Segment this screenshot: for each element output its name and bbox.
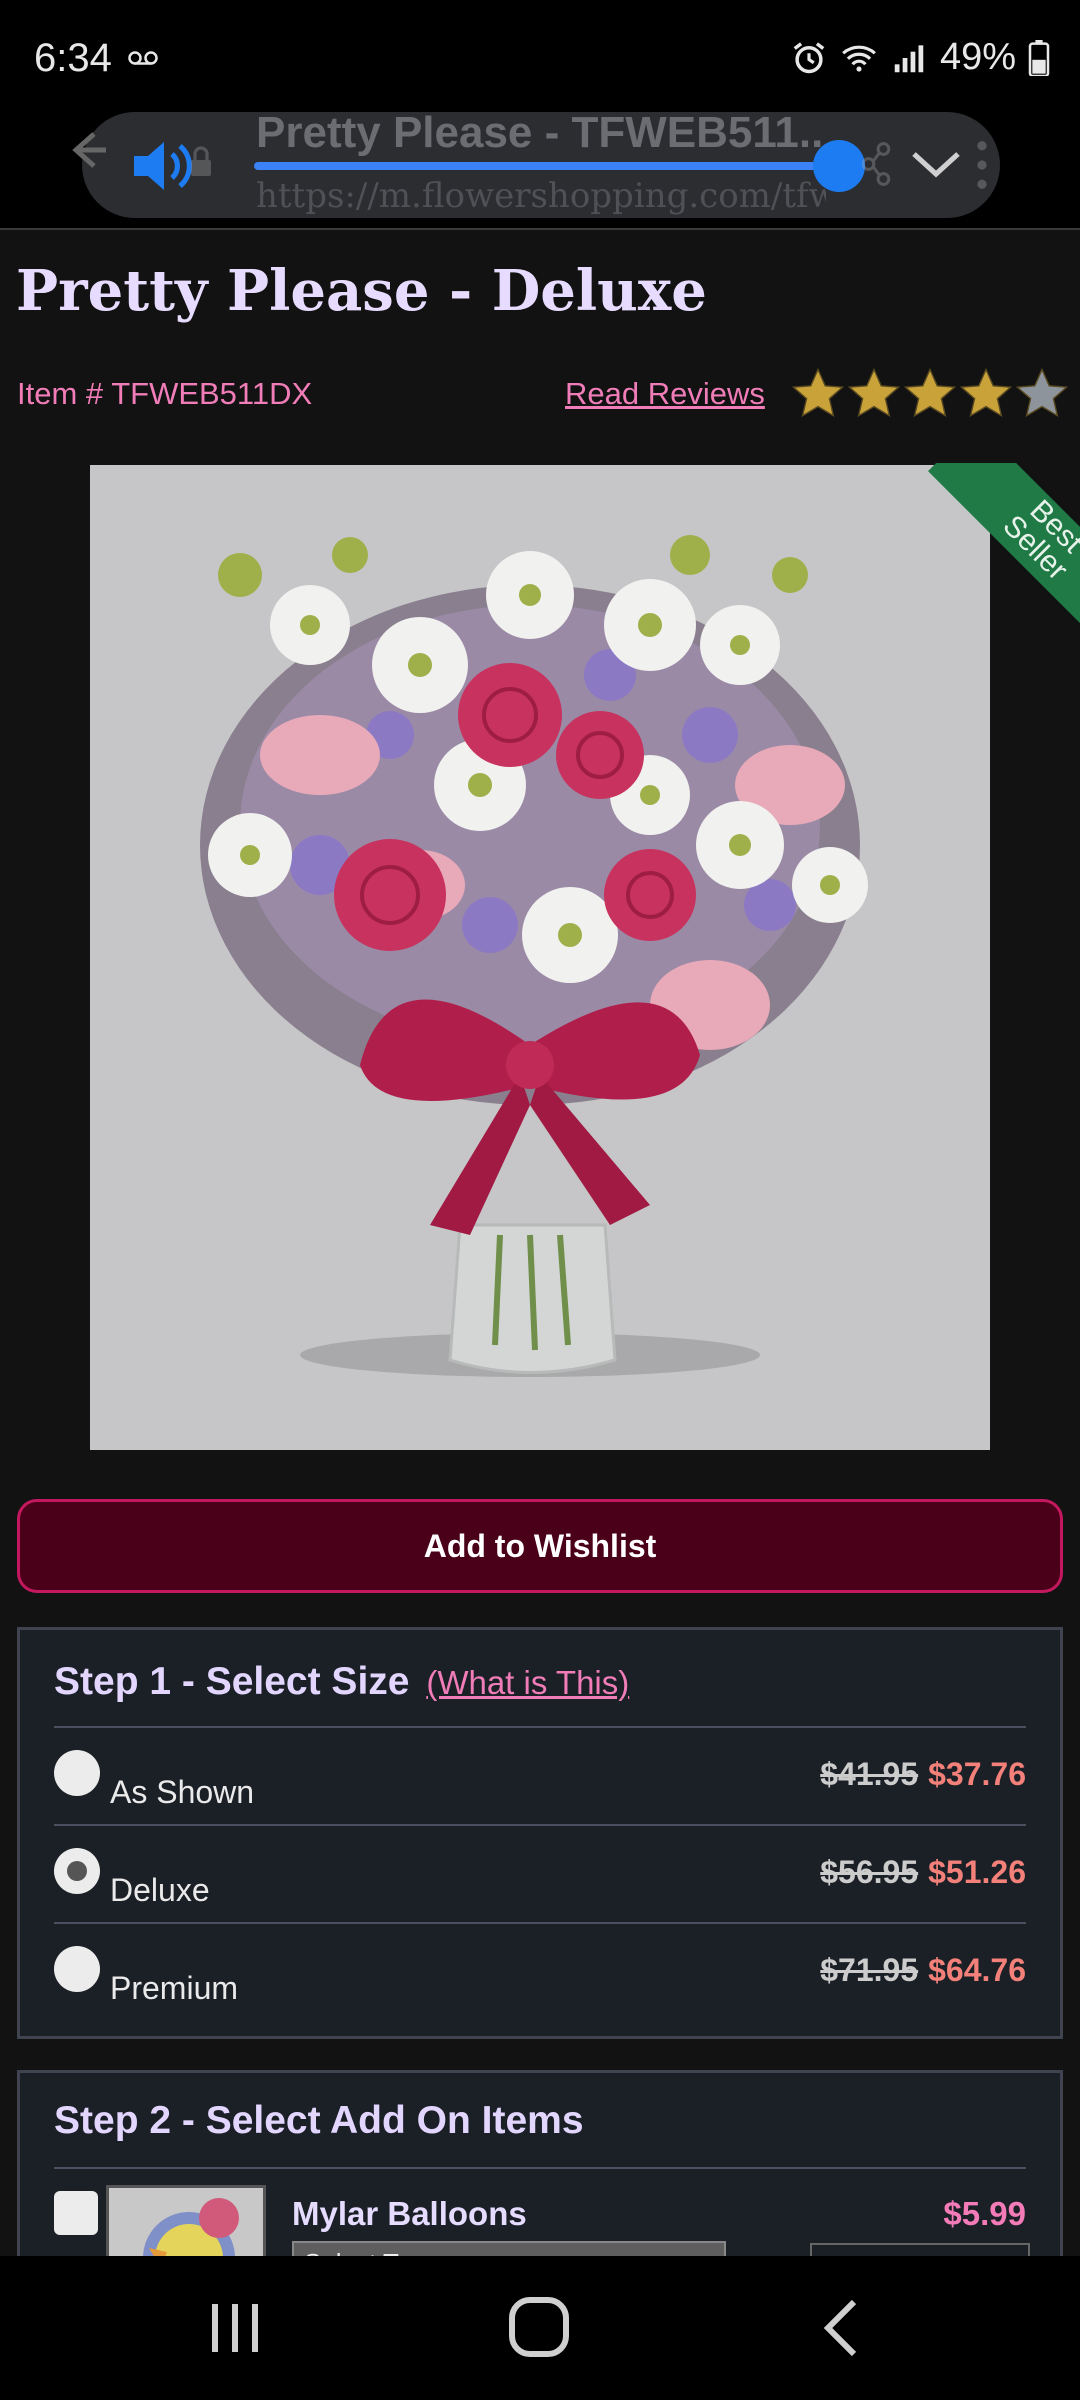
item-number: Item # TFWEB511DX: [17, 376, 313, 411]
step1-title: Step 1 - Select Size: [54, 1660, 410, 1703]
sale-price: $51.26: [928, 1854, 1026, 1890]
chevron-down-icon[interactable]: [910, 146, 962, 182]
home-icon[interactable]: [504, 2296, 574, 2360]
status-icons: 49%: [790, 36, 1050, 79]
size-option-label: As Shown: [110, 1774, 255, 1810]
step1-heading: Step 1 - Select Size (What is This): [54, 1660, 629, 1704]
addon-price: $5.99: [943, 2195, 1026, 2232]
size-option-price: $56.95 $51.26: [820, 1854, 1026, 1891]
divider: [54, 1726, 1026, 1728]
volume-icon[interactable]: [130, 138, 194, 194]
status-bar: 6:34 49%: [0, 0, 1080, 112]
addon-checkbox[interactable]: [54, 2191, 98, 2235]
star-filled-icon: [903, 367, 957, 418]
back-icon[interactable]: [806, 2296, 876, 2360]
volume-slider-track[interactable]: [254, 162, 838, 170]
divider: [54, 2167, 1026, 2169]
best-seller-badge: Best Seller: [890, 463, 1080, 653]
star-rating[interactable]: [790, 366, 1070, 422]
add-to-wishlist-button[interactable]: Add to Wishlist: [17, 1499, 1063, 1593]
battery-percent: 49%: [939, 36, 1016, 78]
back-arrow-icon[interactable]: [66, 130, 106, 170]
status-time: 6:34: [34, 36, 112, 80]
product-title: Pretty Please - Deluxe: [16, 258, 707, 324]
step2-title: Step 2 - Select Add On Items: [54, 2099, 584, 2142]
recent-apps-icon[interactable]: [200, 2296, 270, 2360]
original-price: $41.95: [820, 1756, 919, 1792]
star-filled-icon: [847, 367, 901, 418]
share-icon[interactable]: [862, 142, 892, 186]
sale-price: $37.76: [928, 1756, 1026, 1792]
radio-button[interactable]: [54, 1750, 100, 1796]
wifi-icon: [842, 45, 876, 72]
voicemail-icon: [128, 51, 158, 65]
what-is-this-link[interactable]: (What is This): [426, 1664, 629, 1701]
addon-name: Mylar Balloons: [292, 2195, 527, 2232]
size-option-price: $71.95 $64.76: [820, 1952, 1026, 1989]
divider: [54, 1922, 1026, 1924]
signal-icon: [894, 44, 924, 72]
sale-price: $64.76: [928, 1952, 1026, 1988]
size-option-premium[interactable]: Premium $71.95 $64.76: [54, 1926, 1026, 2024]
alarm-icon: [793, 41, 825, 73]
more-options-icon[interactable]: [976, 140, 988, 190]
size-option-as-shown[interactable]: As Shown $41.95 $37.76: [54, 1730, 1026, 1828]
bouquet-image: [90, 465, 990, 1450]
size-option-label: Premium: [110, 1970, 239, 2006]
size-option-label: Deluxe: [110, 1872, 210, 1908]
browser-page-title: Pretty Please - TFWEB511...: [256, 108, 826, 157]
system-navigation-bar: [0, 2256, 1080, 2400]
step1-size-panel: Step 1 - Select Size (What is This) As S…: [17, 1627, 1063, 2039]
size-option-price: $41.95 $37.76: [820, 1756, 1026, 1793]
original-price: $71.95: [820, 1952, 919, 1988]
size-option-deluxe[interactable]: Deluxe $56.95 $51.26: [54, 1828, 1026, 1926]
star-empty-icon: [1015, 367, 1069, 418]
browser-url-text[interactable]: https://m.flowershopping.com/tfwe...: [256, 176, 826, 216]
original-price: $56.95: [820, 1854, 919, 1890]
read-reviews-link[interactable]: Read Reviews: [565, 376, 765, 412]
radio-button[interactable]: [54, 1946, 100, 1992]
battery-icon: [1028, 39, 1050, 76]
divider: [54, 1824, 1026, 1826]
product-image: [90, 465, 990, 1450]
star-filled-icon: [959, 367, 1013, 418]
lock-icon: [191, 146, 211, 176]
volume-slider-knob[interactable]: [813, 140, 865, 192]
radio-button-selected[interactable]: [54, 1848, 100, 1894]
star-filled-icon: [791, 367, 845, 418]
